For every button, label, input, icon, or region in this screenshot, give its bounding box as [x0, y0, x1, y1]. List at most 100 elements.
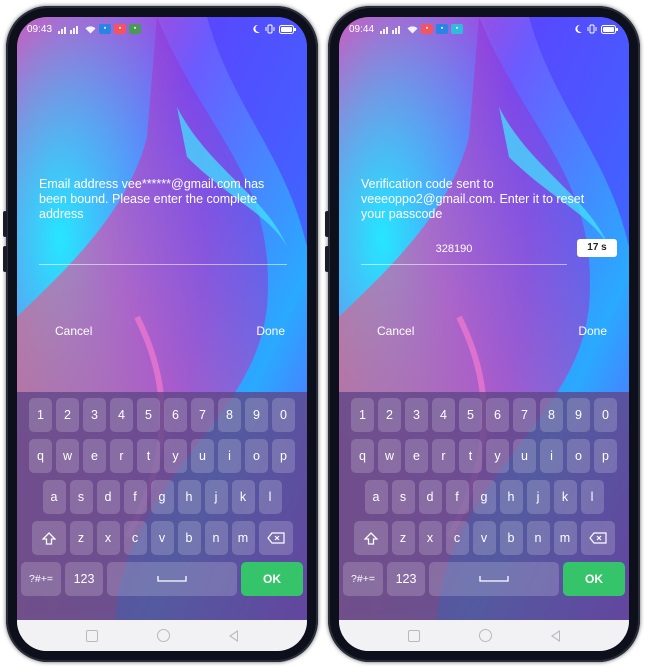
- key[interactable]: 1: [29, 398, 52, 432]
- key[interactable]: f: [123, 480, 147, 514]
- key[interactable]: 8: [218, 398, 241, 432]
- key[interactable]: d: [418, 480, 442, 514]
- symbols-key[interactable]: ?#+=: [21, 562, 61, 596]
- numbers-key[interactable]: 123: [65, 562, 103, 596]
- key[interactable]: k: [231, 480, 255, 514]
- key[interactable]: c: [123, 521, 147, 555]
- key[interactable]: h: [499, 480, 523, 514]
- key[interactable]: m: [553, 521, 577, 555]
- recent-apps-square-icon[interactable]: [408, 629, 421, 642]
- key[interactable]: 6: [164, 398, 187, 432]
- key[interactable]: c: [445, 521, 469, 555]
- key[interactable]: 0: [594, 398, 617, 432]
- key[interactable]: v: [150, 521, 174, 555]
- key[interactable]: s: [69, 480, 93, 514]
- delete-key[interactable]: [258, 521, 293, 555]
- key[interactable]: m: [231, 521, 255, 555]
- key[interactable]: 3: [83, 398, 106, 432]
- done-button[interactable]: Done: [578, 324, 607, 338]
- key[interactable]: t: [137, 439, 160, 473]
- key[interactable]: 0: [272, 398, 295, 432]
- ok-key[interactable]: OK: [563, 562, 625, 596]
- key[interactable]: 7: [191, 398, 214, 432]
- numbers-key[interactable]: 123: [387, 562, 425, 596]
- key[interactable]: g: [472, 480, 496, 514]
- key[interactable]: f: [445, 480, 469, 514]
- recent-apps-square-icon[interactable]: [86, 629, 99, 642]
- key[interactable]: 9: [245, 398, 268, 432]
- key[interactable]: s: [391, 480, 415, 514]
- key[interactable]: z: [391, 521, 415, 555]
- key[interactable]: 4: [110, 398, 133, 432]
- cancel-button[interactable]: Cancel: [55, 324, 92, 338]
- key[interactable]: a: [364, 480, 388, 514]
- key[interactable]: 8: [540, 398, 563, 432]
- key[interactable]: 4: [432, 398, 455, 432]
- key[interactable]: n: [204, 521, 228, 555]
- back-triangle-icon[interactable]: [550, 629, 560, 642]
- key[interactable]: 3: [405, 398, 428, 432]
- key[interactable]: i: [540, 439, 563, 473]
- key[interactable]: 6: [486, 398, 509, 432]
- key[interactable]: 5: [137, 398, 160, 432]
- shift-key[interactable]: [31, 521, 66, 555]
- cancel-button[interactable]: Cancel: [377, 324, 414, 338]
- battery-icon: [601, 24, 618, 34]
- key[interactable]: y: [486, 439, 509, 473]
- delete-key[interactable]: [580, 521, 615, 555]
- key[interactable]: q: [351, 439, 374, 473]
- key[interactable]: y: [164, 439, 187, 473]
- key[interactable]: a: [42, 480, 66, 514]
- key[interactable]: 5: [459, 398, 482, 432]
- key[interactable]: j: [204, 480, 228, 514]
- verification-code-input[interactable]: 328190: [339, 243, 569, 255]
- ok-key[interactable]: OK: [241, 562, 303, 596]
- key[interactable]: o: [567, 439, 590, 473]
- signal-icons: ▪ ▪ ▪: [58, 24, 142, 34]
- key[interactable]: o: [245, 439, 268, 473]
- key[interactable]: p: [594, 439, 617, 473]
- key[interactable]: b: [499, 521, 523, 555]
- key[interactable]: b: [177, 521, 201, 555]
- key[interactable]: u: [513, 439, 536, 473]
- key[interactable]: u: [191, 439, 214, 473]
- home-circle-icon[interactable]: [156, 629, 170, 642]
- key[interactable]: x: [96, 521, 120, 555]
- space-key[interactable]: [107, 562, 237, 596]
- key[interactable]: p: [272, 439, 295, 473]
- back-triangle-icon[interactable]: [228, 629, 238, 642]
- space-key[interactable]: [429, 562, 559, 596]
- shift-key[interactable]: [353, 521, 388, 555]
- done-button[interactable]: Done: [256, 324, 285, 338]
- wifi-icon: [407, 25, 418, 33]
- key[interactable]: d: [96, 480, 120, 514]
- key[interactable]: e: [405, 439, 428, 473]
- key[interactable]: l: [258, 480, 282, 514]
- key[interactable]: v: [472, 521, 496, 555]
- email-input-field[interactable]: [39, 264, 287, 265]
- key[interactable]: h: [177, 480, 201, 514]
- key[interactable]: 9: [567, 398, 590, 432]
- key[interactable]: 2: [56, 398, 79, 432]
- key[interactable]: 7: [513, 398, 536, 432]
- symbols-key[interactable]: ?#+=: [343, 562, 383, 596]
- key[interactable]: z: [69, 521, 93, 555]
- key[interactable]: g: [150, 480, 174, 514]
- key[interactable]: e: [83, 439, 106, 473]
- key[interactable]: x: [418, 521, 442, 555]
- key[interactable]: n: [526, 521, 550, 555]
- home-circle-icon[interactable]: [478, 629, 492, 642]
- key[interactable]: t: [459, 439, 482, 473]
- key[interactable]: q: [29, 439, 52, 473]
- key[interactable]: k: [553, 480, 577, 514]
- key[interactable]: i: [218, 439, 241, 473]
- key[interactable]: w: [56, 439, 79, 473]
- key[interactable]: l: [580, 480, 604, 514]
- key[interactable]: 2: [378, 398, 401, 432]
- key[interactable]: 1: [351, 398, 374, 432]
- key[interactable]: j: [526, 480, 550, 514]
- key[interactable]: r: [432, 439, 455, 473]
- space-bar-icon: [479, 576, 509, 582]
- key[interactable]: r: [110, 439, 133, 473]
- key[interactable]: w: [378, 439, 401, 473]
